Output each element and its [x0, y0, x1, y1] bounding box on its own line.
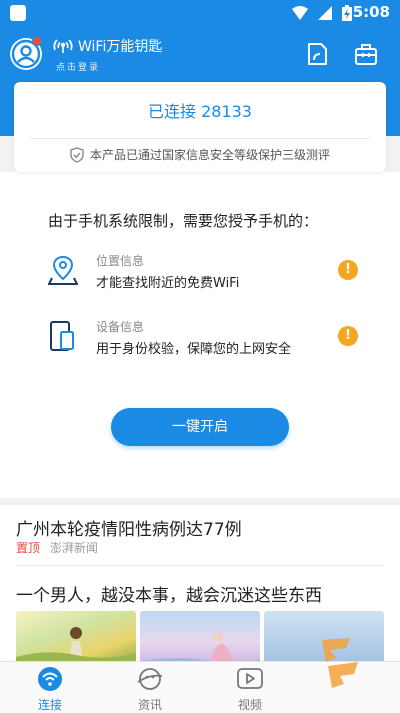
pinned-tag: 置顶 [16, 541, 41, 555]
toolbox-button[interactable] [353, 42, 379, 66]
permission-panel: 由于手机系统限制，需要您授予手机的： 位置信息 才能查找附近的免费WiFi ! … [0, 172, 400, 498]
tab-label: 连接 [37, 698, 62, 712]
tab-video[interactable]: 视频 [200, 662, 300, 713]
wifi-icon [292, 6, 308, 20]
permission-device[interactable]: 设备信息 用于身份校验，保障您的上网安全 ! [48, 318, 358, 358]
warning-icon: ! [338, 260, 358, 280]
one-key-enable-button[interactable]: 一键开启 [111, 408, 289, 446]
permission-title: 由于手机系统限制，需要您授予手机的： [48, 212, 319, 230]
permission-description: 用于身份校验，保障您的上网安全 [96, 342, 292, 357]
signal-icon [318, 6, 332, 20]
permission-location[interactable]: 位置信息 才能查找附近的免费WiFi ! [48, 252, 358, 292]
permission-name: 设备信息 [96, 320, 145, 334]
status-time: 5:08 [352, 3, 390, 21]
scan-icon [308, 43, 327, 65]
tab-label: 资讯 [137, 698, 162, 712]
wifi-icon [38, 667, 62, 691]
permission-name: 位置信息 [96, 254, 145, 268]
news-meta: 置顶 澎湃新闻 [16, 539, 98, 556]
tab-connect[interactable]: 连接 [0, 662, 100, 713]
notification-icon [10, 5, 26, 21]
planet-icon [137, 668, 163, 690]
woman-in-field-image [16, 627, 136, 667]
tab-news[interactable]: 资讯 [100, 662, 200, 713]
device-icon [50, 321, 74, 351]
divider [16, 565, 384, 566]
news-title[interactable]: 广州本轮疫情阳性病例达77例 [16, 515, 242, 540]
toolbox-icon [355, 44, 377, 65]
connected-status[interactable]: 已连接 28133 [14, 98, 386, 122]
notification-dot [32, 36, 42, 46]
permission-description: 才能查找附近的免费WiFi [96, 276, 240, 291]
news-thumbnail[interactable] [140, 611, 260, 667]
battery-charging-icon [342, 5, 352, 21]
warning-icon: ! [338, 326, 358, 346]
news-title[interactable]: 一个男人，越没本事，越会沉迷这些东西 [16, 581, 322, 606]
news-thumbnail[interactable] [16, 611, 136, 667]
woman-illustration-image [140, 632, 260, 667]
login-prompt[interactable]: 点击登录 [56, 60, 162, 73]
status-icons [292, 5, 352, 21]
status-bar: 5:08 [0, 0, 400, 26]
news-source: 澎湃新闻 [49, 541, 98, 555]
connection-card: 已连接 28133 本产品已通过国家信息安全等级保护三级测评 [14, 82, 386, 172]
video-icon [237, 668, 263, 689]
location-icon [48, 255, 78, 285]
tab-label: 视频 [237, 698, 262, 712]
wifi-key-logo-icon [53, 39, 73, 53]
certification-text: 本产品已通过国家信息安全等级保护三级测评 [89, 148, 330, 162]
security-certification: 本产品已通过国家信息安全等级保护三级测评 [14, 146, 386, 163]
watermark-logo [322, 638, 358, 688]
shield-check-icon [70, 146, 84, 163]
scan-button[interactable] [304, 42, 330, 66]
app-logo[interactable]: WiFi万能钥匙 点击登录 [52, 36, 162, 73]
divider [30, 138, 370, 139]
app-title: WiFi万能钥匙 [78, 39, 163, 55]
